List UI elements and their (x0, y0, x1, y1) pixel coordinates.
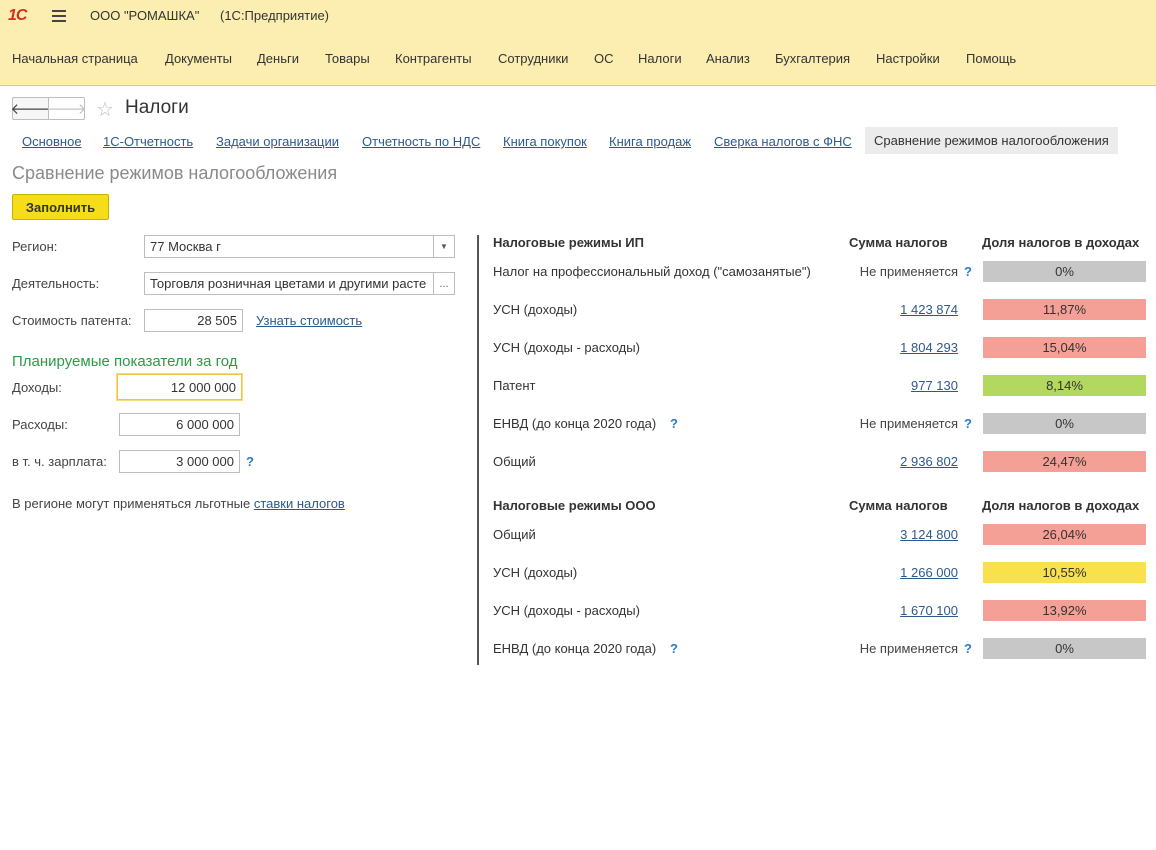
menu-icon[interactable] (52, 10, 66, 22)
salary-field[interactable]: 3 000 000 (119, 450, 240, 473)
ip-row-share-bar: 11,87% (983, 299, 1146, 320)
favorite-star-icon[interactable]: ☆ (96, 97, 114, 122)
salary-help-icon[interactable]: ? (246, 454, 254, 469)
select-activity-button[interactable]: ... (433, 272, 455, 295)
app-logo: 1С (8, 7, 27, 24)
ip-row-name: Общий (493, 454, 536, 469)
section-money[interactable]: Деньги (257, 51, 299, 66)
income-field[interactable]: 12 000 000 (117, 374, 242, 400)
region-note-text: В регионе могут применяться льготные (12, 496, 254, 511)
ooo-row-share-bar: 26,04% (983, 524, 1146, 545)
ooo-row-sum-link[interactable]: 3 124 800 (900, 527, 958, 542)
ooo-share-header: Доля налогов в доходах (982, 498, 1140, 513)
tab-sales-book[interactable]: Книга продаж (609, 134, 691, 149)
ooo-row-share-bar: 0% (983, 638, 1146, 659)
help-icon[interactable]: ? (964, 264, 972, 279)
ip-row-name: УСН (доходы) (493, 302, 578, 317)
fill-button[interactable]: Заполнить (12, 194, 109, 220)
patent-cost-label: Стоимость патента: (12, 313, 132, 328)
tab-vat-reporting[interactable]: Отчетность по НДС (362, 134, 480, 149)
ip-row-share-bar: 0% (983, 261, 1146, 282)
help-icon[interactable]: ? (670, 641, 678, 656)
region-field[interactable]: 77 Москва г (144, 235, 434, 258)
section-employees[interactable]: Сотрудники (498, 51, 568, 66)
form-heading: Сравнение режимов налогообложения (12, 163, 338, 183)
activity-label: Деятельность: (12, 276, 100, 291)
region-label: Регион: (12, 239, 58, 254)
title-bar: 1С ООО "РОМАШКА" (1С:Предприятие) (0, 0, 1156, 32)
patent-cost-field[interactable]: 28 505 (144, 309, 243, 332)
ooo-row-sum: Не применяется (859, 641, 958, 656)
ooo-row-name: УСН (доходы) (493, 565, 578, 580)
activity-field[interactable]: Торговля розничная цветами и другими рас… (144, 272, 434, 295)
tab-tax-regime-comparison[interactable]: Сравнение режимов налогообложения (865, 127, 1118, 154)
tax-rates-link[interactable]: ставки налогов (254, 496, 345, 511)
ip-row-sum-link[interactable]: 2 936 802 (900, 454, 958, 469)
tab-main[interactable]: Основное (22, 134, 82, 149)
organization-name: ООО "РОМАШКА" (90, 8, 200, 23)
section-documents[interactable]: Документы (165, 51, 232, 66)
ip-row-name: ЕНВД (до конца 2020 года) (493, 416, 657, 431)
ooo-row-name: Общий (493, 527, 536, 542)
tab-purchase-book[interactable]: Книга покупок (503, 134, 587, 149)
ooo-row-name: УСН (доходы - расходы) (493, 603, 640, 618)
ip-row-name: Налог на профессиональный доход ("самоза… (493, 264, 811, 279)
tab-org-tasks[interactable]: Задачи организации (216, 134, 339, 149)
section-settings[interactable]: Настройки (876, 51, 940, 66)
page-title: Налоги (125, 97, 189, 118)
ooo-row-name: ЕНВД (до конца 2020 года) (493, 641, 657, 656)
product-name: (1С:Предприятие) (220, 8, 330, 23)
expenses-field[interactable]: 6 000 000 (119, 413, 240, 436)
ooo-row-sum-link[interactable]: 1 670 100 (900, 603, 958, 618)
ooo-regimes-header: Налоговые режимы ООО (493, 498, 656, 513)
section-goods[interactable]: Товары (325, 51, 370, 66)
arrow-right-icon: 🡒 (46, 101, 87, 118)
ip-row-name: Патент (493, 378, 536, 393)
ip-row-share-bar: 8,14% (983, 375, 1146, 396)
income-label: Доходы: (12, 380, 62, 395)
ip-row-sum: Не применяется (859, 416, 958, 431)
salary-label: в т. ч. зарплата: (12, 454, 107, 469)
section-taxes[interactable]: Налоги (638, 51, 682, 66)
help-icon[interactable]: ? (964, 641, 972, 656)
vertical-divider (477, 235, 479, 665)
ooo-row-share-bar: 13,92% (983, 600, 1146, 621)
help-icon[interactable]: ? (964, 416, 972, 431)
ip-row-name: УСН (доходы - расходы) (493, 340, 640, 355)
section-fixed-assets[interactable]: ОС (594, 51, 614, 66)
arrow-left-icon: 🡐 (10, 101, 51, 118)
ip-sum-header: Сумма налогов (849, 235, 948, 250)
ip-regimes-header: Налоговые режимы ИП (493, 235, 644, 250)
ooo-row-sum-link[interactable]: 1 266 000 (900, 565, 958, 580)
ip-row-sum-link[interactable]: 977 130 (911, 378, 958, 393)
back-button[interactable]: 🡐 (10, 97, 51, 120)
section-counterparties[interactable]: Контрагенты (395, 51, 472, 66)
ip-row-sum-link[interactable]: 1 804 293 (900, 340, 958, 355)
section-accounting[interactable]: Бухгалтерия (775, 51, 850, 66)
ip-row-share-bar: 15,04% (983, 337, 1146, 358)
ip-row-sum: Не применяется (859, 264, 958, 279)
ip-row-sum-link[interactable]: 1 423 874 (900, 302, 958, 317)
expenses-label: Расходы: (12, 417, 68, 432)
ip-row-share-bar: 24,47% (983, 451, 1146, 472)
ip-share-header: Доля налогов в доходах (982, 235, 1140, 250)
section-analysis[interactable]: Анализ (706, 51, 750, 66)
ooo-sum-header: Сумма налогов (849, 498, 948, 513)
region-note: В регионе могут применяться льготные ста… (12, 496, 345, 511)
find-cost-link[interactable]: Узнать стоимость (256, 313, 362, 328)
ip-row-share-bar: 0% (983, 413, 1146, 434)
planned-indicators-heading: Планируемые показатели за год (12, 353, 238, 370)
tab-1c-reporting[interactable]: 1С-Отчетность (103, 134, 193, 149)
sections-panel: Начальная страница Документы Деньги Това… (0, 32, 1156, 86)
tab-fns-reconciliation[interactable]: Сверка налогов с ФНС (714, 134, 852, 149)
section-home[interactable]: Начальная страница (12, 51, 138, 66)
ooo-row-share-bar: 10,55% (983, 562, 1146, 583)
chevron-down-icon[interactable]: ▼ (433, 235, 455, 258)
section-help[interactable]: Помощь (966, 51, 1016, 66)
forward-button[interactable]: 🡒 (46, 97, 87, 120)
help-icon[interactable]: ? (670, 416, 678, 431)
